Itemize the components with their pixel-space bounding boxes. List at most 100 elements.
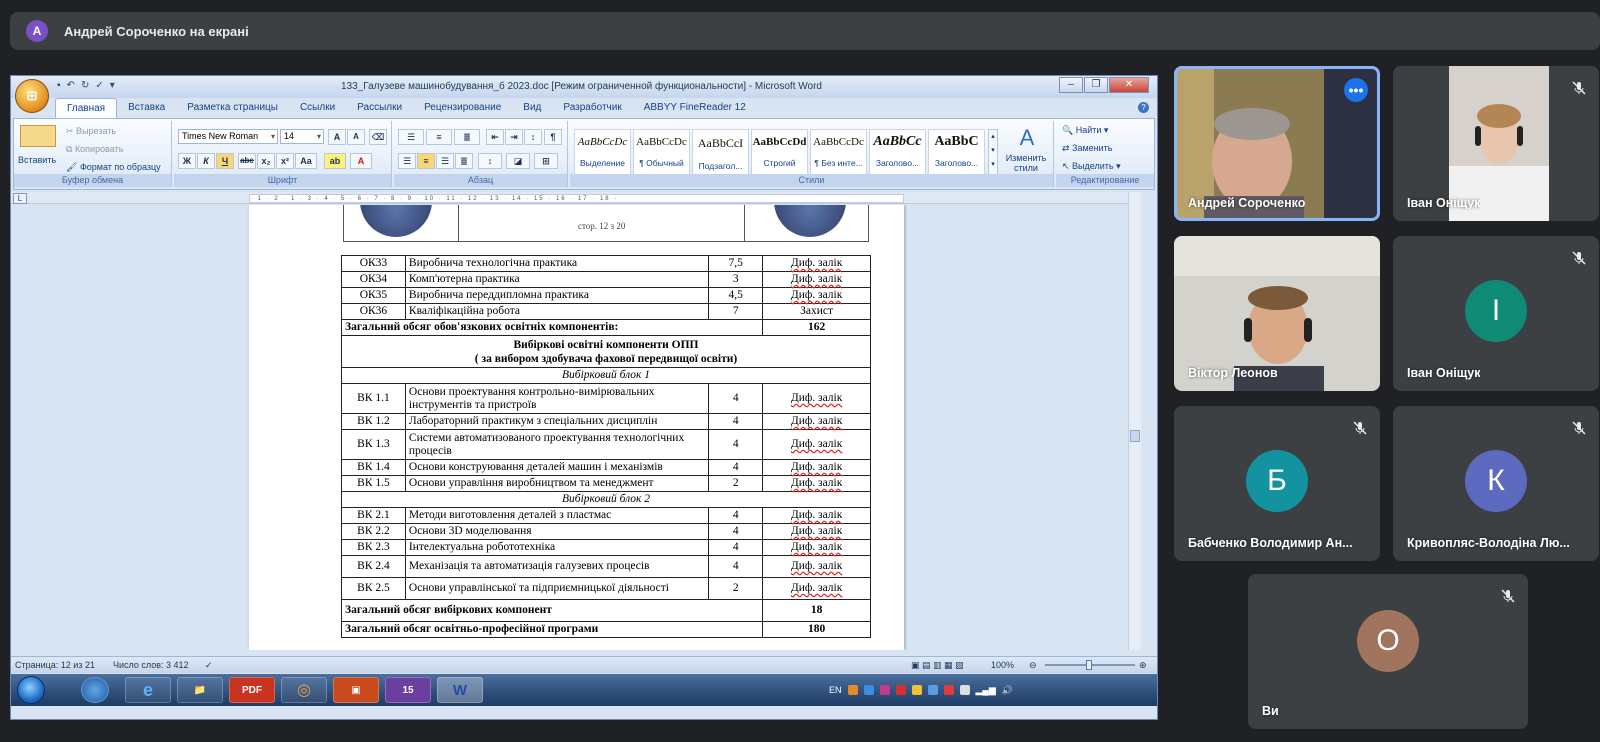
style-strong[interactable]: AaBbCcDd Строгий <box>751 129 808 175</box>
paste-button[interactable]: Вставить <box>18 155 56 165</box>
bullets-icon[interactable]: ☰ <box>398 129 424 145</box>
style-no-spacing[interactable]: AaBbCcDc ¶ Без инте... <box>810 129 867 175</box>
subscript-button[interactable]: x₂ <box>257 153 275 169</box>
increase-indent-icon[interactable]: ⇥ <box>505 129 523 145</box>
numbering-icon[interactable]: ≡ <box>426 129 452 145</box>
more-options-button[interactable]: ••• <box>1344 78 1368 102</box>
tab-abbyy[interactable]: ABBYY FineReader 12 <box>633 98 757 118</box>
tray-icon[interactable] <box>847 685 858 695</box>
align-center-icon[interactable]: ≡ <box>417 153 435 169</box>
participant-tile[interactable]: Б Бабченко Володимир Ан... <box>1174 406 1380 561</box>
format-painter-button[interactable]: 🖌 Формат по образцу <box>66 162 161 173</box>
restore-button[interactable]: ❐ <box>1084 77 1108 93</box>
line-spacing-icon[interactable]: ↕ <box>478 153 502 169</box>
pdf-app-icon[interactable]: PDF <box>229 677 275 703</box>
style-heading-2[interactable]: AaBbC Заголово... <box>928 129 985 175</box>
change-styles-icon[interactable]: A <box>1004 125 1050 151</box>
shrink-font-button[interactable]: A <box>347 129 365 145</box>
justify-icon[interactable]: ≣ <box>455 153 473 169</box>
status-words[interactable]: Число слов: 3 412 <box>113 660 189 670</box>
start-button[interactable] <box>17 676 45 704</box>
font-name-combo[interactable]: Times New Roman <box>178 129 278 144</box>
style-heading-1[interactable]: AaBbCc Заголово... <box>869 129 926 175</box>
participant-tile[interactable]: Віктор Леонов <box>1174 236 1380 391</box>
scroll-thumb[interactable] <box>1130 430 1140 442</box>
style-emphasis[interactable]: AaBbCcDc Выделение <box>574 129 631 175</box>
language-indicator[interactable]: EN <box>829 685 842 695</box>
zoom-level[interactable]: 100% <box>991 660 1014 670</box>
view-buttons-icon[interactable]: ▣ ▤ ▥ ▦ ▧ <box>911 660 964 671</box>
participant-tile[interactable]: І Іван Оніщук <box>1393 236 1599 391</box>
tab-developer[interactable]: Разработчик <box>552 98 632 118</box>
tab-mailings[interactable]: Рассылки <box>346 98 413 118</box>
office-button[interactable]: ⊞ <box>15 79 49 113</box>
redo-icon[interactable]: ↻ <box>81 80 89 91</box>
document-area[interactable]: стор. 12 з 20 ОК33 Виробнича технологічна… <box>11 205 1128 650</box>
style-subtitle[interactable]: AaBbCcI Подзагол... <box>692 129 749 175</box>
participant-tile[interactable]: К Кривопляс-Володіна Лю... <box>1393 406 1599 561</box>
save-icon[interactable]: ▪ <box>57 80 61 91</box>
styles-scroll-icon[interactable]: ▴ ▾ ▾ <box>988 129 998 175</box>
underline-button[interactable]: Ч <box>216 153 234 169</box>
status-page[interactable]: Страница: 12 из 21 <box>15 660 95 670</box>
style-normal[interactable]: AaBbCcDc ¶ Обычный <box>633 129 690 175</box>
vertical-scrollbar[interactable] <box>1128 192 1141 650</box>
volume-icon[interactable]: 🔊 <box>1002 685 1013 696</box>
presentation-app-icon[interactable]: ▣ <box>333 677 379 703</box>
replace-button[interactable]: ⇄ Заменить <box>1062 143 1113 154</box>
change-styles-button[interactable]: Изменить стили <box>1002 153 1050 173</box>
tab-review[interactable]: Рецензирование <box>413 98 512 118</box>
tab-view[interactable]: Вид <box>512 98 552 118</box>
signal-icon[interactable]: ▂▄▆ <box>976 685 996 696</box>
superscript-button[interactable]: x² <box>276 153 294 169</box>
ruler-scale[interactable]: · 1 · 2 · 1 · 3 · 4 · 5 · 6 · 7 · 8 · 9 … <box>249 194 904 203</box>
change-case-button[interactable]: Aa <box>295 153 317 169</box>
multilevel-icon[interactable]: ≣ <box>454 129 480 145</box>
font-color-icon[interactable]: A <box>350 153 372 169</box>
tray-icon[interactable] <box>927 685 938 695</box>
sort-icon[interactable]: ↕ <box>524 129 542 145</box>
tray-icon[interactable] <box>943 685 954 695</box>
undo-icon[interactable]: ↶ <box>67 80 75 91</box>
find-button[interactable]: 🔍 Найти ▾ <box>1062 125 1108 136</box>
self-tile[interactable]: О Ви <box>1248 574 1528 729</box>
close-button[interactable]: ✕ <box>1109 77 1149 93</box>
tray-icon[interactable] <box>879 685 890 695</box>
grow-font-button[interactable]: A <box>328 129 346 145</box>
font-size-combo[interactable]: 14 <box>280 129 324 144</box>
viber-icon[interactable]: 15 <box>385 677 431 703</box>
help-icon[interactable]: ? <box>1138 102 1149 113</box>
cut-button[interactable]: ✂ Вырезать <box>66 126 116 137</box>
zoom-slider-knob[interactable] <box>1086 660 1092 670</box>
browser-icon[interactable]: e <box>125 677 171 703</box>
zoom-out-icon[interactable]: ⊖ <box>1029 660 1037 671</box>
qat-dropdown-icon[interactable]: ▾ <box>110 80 115 91</box>
network-app-icon[interactable] <box>81 677 109 703</box>
copy-button[interactable]: ⧉ Копировать <box>66 144 123 155</box>
tab-home[interactable]: Главная <box>55 98 118 118</box>
explorer-icon[interactable]: 📁 <box>177 677 223 703</box>
decrease-indent-icon[interactable]: ⇤ <box>486 129 504 145</box>
zoom-in-icon[interactable]: ⊕ <box>1139 660 1147 671</box>
clear-format-icon[interactable]: ⌫ <box>369 129 387 145</box>
pilcrow-icon[interactable]: ¶ <box>544 129 562 145</box>
highlight-icon[interactable]: ab <box>324 153 346 169</box>
word-taskbar-icon[interactable]: W <box>437 677 483 703</box>
tab-insert[interactable]: Вставка <box>117 98 176 118</box>
shading-icon[interactable]: ◪ <box>506 153 530 169</box>
tab-selector[interactable]: L <box>13 193 27 204</box>
participant-tile[interactable]: ••• Андрей Сороченко <box>1174 66 1380 221</box>
italic-button[interactable]: К <box>197 153 215 169</box>
participant-tile[interactable]: Іван Оніщук <box>1393 66 1599 221</box>
tab-references[interactable]: Ссылки <box>289 98 346 118</box>
bold-button[interactable]: Ж <box>178 153 196 169</box>
document-page[interactable]: стор. 12 з 20 ОК33 Виробнича технологічна… <box>249 205 904 650</box>
tab-page-layout[interactable]: Разметка страницы <box>176 98 289 118</box>
tray-icon[interactable] <box>863 685 874 695</box>
proofing-icon[interactable]: ✓ <box>205 660 213 671</box>
borders-icon[interactable]: ⊞ <box>534 153 558 169</box>
strike-button[interactable]: abe <box>238 153 256 169</box>
tray-icon[interactable] <box>911 685 922 695</box>
minimize-button[interactable]: – <box>1059 77 1083 93</box>
tray-icon[interactable] <box>959 685 970 695</box>
